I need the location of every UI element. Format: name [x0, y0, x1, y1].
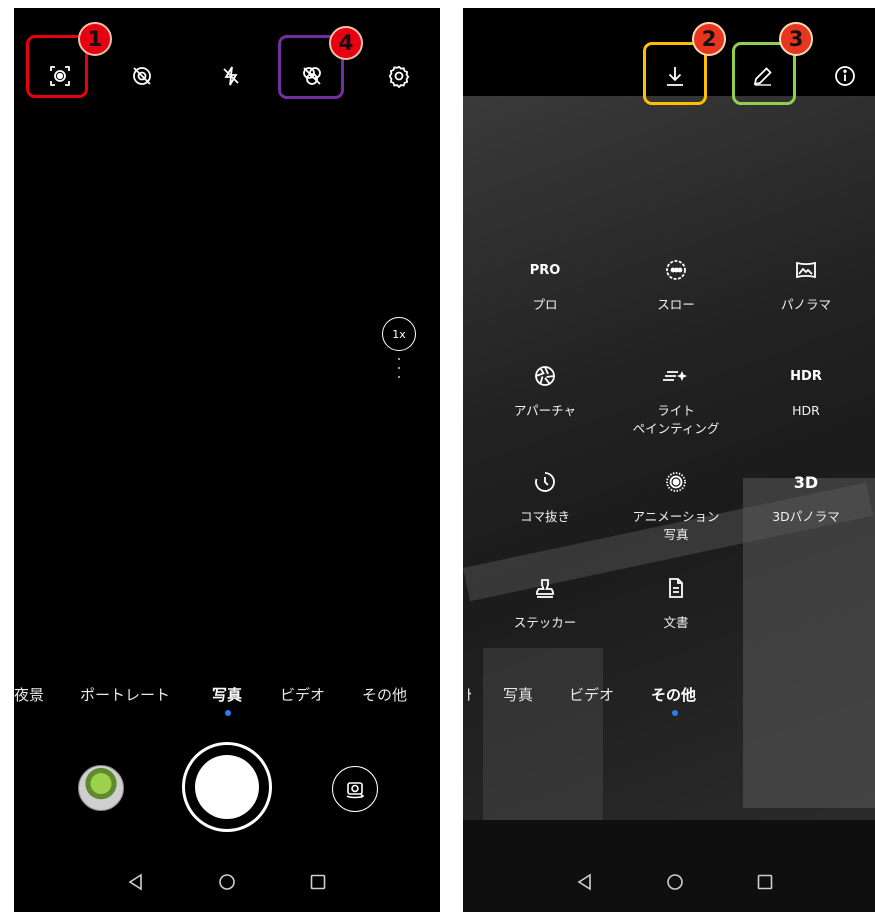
system-nav-bar: [14, 856, 440, 912]
mode-3d-panorama[interactable]: 3D 3Dパノラマ: [741, 468, 871, 526]
settings-gear-icon[interactable]: [383, 60, 415, 92]
mode-photo[interactable]: 写真: [212, 684, 242, 705]
camera-photo-screen: 1x 夜景 ポートレート 写真 ビデオ その他: [14, 8, 440, 912]
active-mode-indicator: [672, 710, 678, 716]
aperture-icon: [480, 362, 610, 390]
zoom-level-label: 1x: [392, 327, 406, 341]
mode-document-label: 文書: [663, 615, 689, 630]
mode-sticker-label: ステッカー: [513, 615, 577, 630]
mode-portrait[interactable]: ポートレート: [80, 684, 170, 705]
mode-pro[interactable]: PRO プロ: [480, 256, 610, 314]
mode-panorama[interactable]: パノラマ: [741, 256, 871, 314]
active-mode-indicator: [225, 710, 231, 716]
mode-light-painting[interactable]: ライト ペインティング: [611, 362, 741, 438]
time-lapse-icon: [480, 468, 610, 496]
camera-more-modes-screen: PRO プロ スロー パノラマ アパーチャ ライト ペインティング HDR HD…: [463, 8, 875, 912]
mode-aperture[interactable]: アパーチャ: [480, 362, 610, 420]
no-filter-icon[interactable]: [126, 60, 158, 92]
badge-3: 3: [779, 22, 813, 56]
mode-hdr[interactable]: HDR HDR: [741, 362, 871, 420]
mode-slow-motion[interactable]: スロー: [611, 256, 741, 314]
system-nav-bar: [463, 856, 875, 912]
panorama-icon: [741, 256, 871, 284]
home-icon[interactable]: [215, 870, 239, 894]
badge-2: 2: [692, 22, 726, 56]
animation-photo-icon: [611, 468, 741, 496]
mode-light-painting-label: ライト ペインティング: [632, 403, 720, 436]
mode-more[interactable]: その他: [362, 684, 407, 705]
mode-animation-photo-label: アニメーション 写真: [632, 509, 720, 542]
mode-photo[interactable]: 写真: [503, 684, 533, 705]
slow-motion-icon: [611, 256, 741, 284]
mode-night[interactable]: 夜景: [14, 684, 44, 705]
mode-hdr-label: HDR: [792, 403, 820, 418]
info-icon[interactable]: [829, 60, 861, 92]
back-icon[interactable]: [573, 870, 597, 894]
light-painting-icon: [611, 362, 741, 390]
stamp-icon: [480, 574, 610, 602]
badge-4: 4: [329, 26, 363, 60]
mode-document[interactable]: 文書: [611, 574, 741, 632]
zoom-level-button[interactable]: 1x: [382, 317, 416, 351]
hdr-icon: HDR: [790, 368, 822, 384]
zoom-slider-dots[interactable]: [397, 358, 401, 385]
back-icon[interactable]: [124, 870, 148, 894]
mode-video[interactable]: ビデオ: [280, 684, 325, 705]
mode-animation-photo[interactable]: アニメーション 写真: [611, 468, 741, 544]
3d-icon: 3D: [793, 472, 819, 492]
gallery-thumbnail[interactable]: [78, 765, 124, 811]
home-icon[interactable]: [663, 870, 687, 894]
mode-more[interactable]: その他: [651, 684, 696, 705]
mode-3d-panorama-label: 3Dパノラマ: [772, 509, 840, 524]
badge-1: 1: [78, 22, 112, 56]
recents-icon[interactable]: [753, 870, 777, 894]
pro-icon: PRO: [529, 262, 561, 278]
mode-pro-label: プロ: [532, 297, 558, 312]
flash-off-icon[interactable]: [215, 60, 247, 92]
recents-icon[interactable]: [306, 870, 330, 894]
mode-panorama-label: パノラマ: [780, 297, 831, 312]
mode-selector: ト 写真 ビデオ その他: [463, 684, 875, 716]
switch-camera-icon: [342, 776, 368, 802]
mode-sticker[interactable]: ステッカー: [480, 574, 610, 632]
mode-offscreen-fragment: ト: [463, 686, 471, 704]
document-icon: [611, 574, 741, 602]
mode-time-lapse-label: コマ抜き: [519, 509, 570, 524]
mode-slow-motion-label: スロー: [657, 297, 695, 312]
mode-video[interactable]: ビデオ: [569, 684, 614, 705]
mode-aperture-label: アパーチャ: [513, 403, 577, 418]
mode-selector: 夜景 ポートレート 写真 ビデオ その他: [14, 684, 440, 716]
shutter-button[interactable]: [182, 742, 272, 832]
switch-camera-button[interactable]: [332, 766, 378, 812]
mode-time-lapse[interactable]: コマ抜き: [480, 468, 610, 526]
